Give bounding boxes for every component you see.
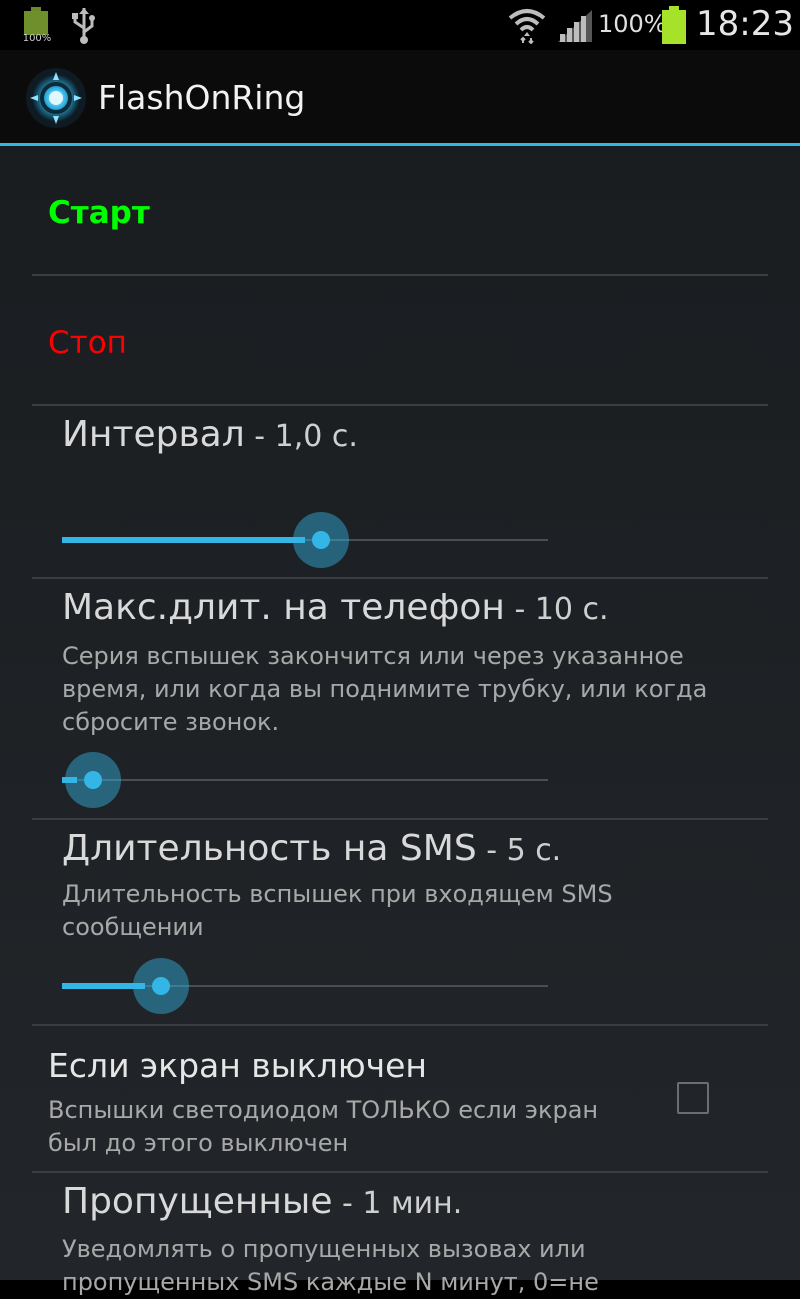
status-bar: 100% 100% 18:23 [0, 0, 800, 50]
left-battery-text: 100% [22, 33, 52, 44]
interval-value: - 1,0 с. [244, 419, 358, 454]
max-phone-title: Макс.длит. на телефон - 10 с. [62, 587, 609, 628]
slider-thumb-core [312, 531, 330, 549]
max-phone-value: - 10 с. [504, 592, 609, 627]
sms-slider[interactable] [62, 956, 548, 1016]
clock: 18:23 [696, 4, 794, 44]
slider-track [62, 779, 548, 781]
action-bar: FlashOnRing [0, 50, 800, 146]
wifi-icon [508, 9, 546, 44]
usb-icon [72, 8, 95, 44]
app-logo-icon[interactable] [24, 66, 88, 130]
app-title: FlashOnRing [98, 78, 306, 117]
divider [32, 577, 768, 579]
missed-summary: Уведомлять о пропущенных вызовах или про… [62, 1235, 599, 1296]
sms-title-text: Длительность на SMS [62, 828, 477, 869]
missed-title: Пропущенные - 1 мин. [62, 1181, 462, 1222]
missed-title-text: Пропущенные [62, 1181, 333, 1222]
max-phone-summary: Серия вспышек закончится или через указа… [62, 642, 708, 736]
divider [32, 1024, 768, 1026]
divider [32, 404, 768, 406]
screen-off-summary: Вспышки светодиодом ТОЛЬКО если экран бы… [48, 1096, 599, 1157]
interval-title: Интервал - 1,0 с. [62, 414, 358, 455]
screen-off-checkbox[interactable] [677, 1082, 709, 1114]
slider-fill [62, 537, 305, 543]
battery-icon [662, 6, 686, 44]
stop-button[interactable]: Стоп [48, 325, 127, 361]
battery-percent: 100% [598, 10, 667, 38]
missed-value: - 1 мин. [332, 1186, 463, 1221]
screen-off-title: Если экран выключен [48, 1046, 427, 1085]
divider [32, 818, 768, 820]
sms-summary: Длительность вспышек при входящем SMS со… [62, 880, 613, 941]
signal-icon [558, 10, 592, 42]
max-phone-slider[interactable] [62, 750, 548, 810]
start-button[interactable]: Старт [48, 195, 150, 231]
max-phone-title-text: Макс.длит. на телефон [62, 587, 505, 628]
divider [32, 274, 768, 276]
battery-charging-icon: 100% [22, 7, 51, 44]
sms-title: Длительность на SMS - 5 с. [62, 828, 561, 869]
interval-slider[interactable] [62, 510, 548, 570]
slider-thumb-core [84, 771, 102, 789]
slider-thumb-core [152, 977, 170, 995]
sms-value: - 5 с. [476, 833, 562, 868]
divider [32, 1171, 768, 1173]
interval-title-text: Интервал [62, 414, 245, 455]
